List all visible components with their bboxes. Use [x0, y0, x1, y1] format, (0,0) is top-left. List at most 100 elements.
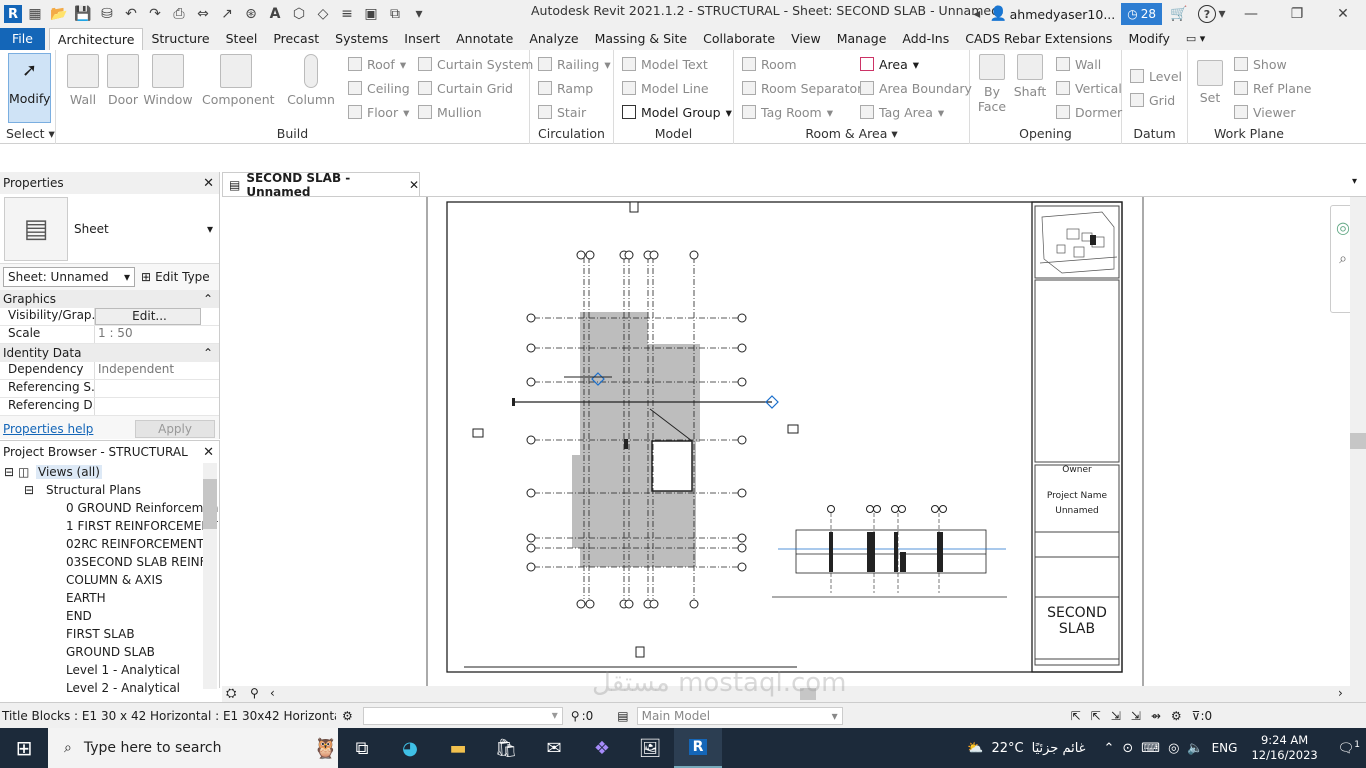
tab-systems[interactable]: Systems: [327, 28, 396, 50]
browser-scrollbar[interactable]: [203, 463, 217, 689]
list-item[interactable]: GROUND SLAB: [4, 643, 219, 661]
list-item[interactable]: FIRST SLAB: [4, 625, 219, 643]
tag-room-button[interactable]: Tag Room ▾: [742, 102, 833, 122]
thin-lines-icon[interactable]: ≡: [336, 4, 358, 24]
tree-node-structural-plans[interactable]: ⊟ Structural Plans: [4, 481, 219, 499]
tab-annotate[interactable]: Annotate: [448, 28, 521, 50]
set-button[interactable]: Set: [1190, 54, 1230, 105]
weather-text[interactable]: غائم جزئيًا: [1032, 741, 1086, 756]
workset-icon[interactable]: ⛭: [226, 686, 236, 701]
open-icon[interactable]: 📂: [48, 4, 70, 24]
list-item[interactable]: Level 2 - Analytical: [4, 679, 219, 697]
close-icon[interactable]: ✕: [203, 445, 214, 460]
pin-icon[interactable]: ⚲: [250, 686, 259, 700]
select-underlay-icon[interactable]: ⇱: [1091, 709, 1101, 723]
tag-icon[interactable]: ⊛: [240, 4, 262, 24]
column-button[interactable]: Column: [286, 54, 336, 107]
close-icon[interactable]: ✕: [1320, 4, 1366, 24]
scroll-left-icon[interactable]: ‹: [270, 686, 275, 700]
home-icon[interactable]: ▦: [24, 4, 46, 24]
close-hidden-icon[interactable]: ▣: [360, 4, 382, 24]
list-item[interactable]: END: [4, 607, 219, 625]
tab-collaborate[interactable]: Collaborate: [695, 28, 783, 50]
cart-icon[interactable]: 🛒: [1168, 4, 1190, 24]
room-button[interactable]: Room: [742, 54, 797, 74]
list-item[interactable]: EARTH: [4, 589, 219, 607]
scroll-right-icon[interactable]: ›: [1338, 686, 1343, 700]
weather-temp[interactable]: 22°C: [991, 741, 1023, 756]
group-identity-data[interactable]: Identity Data ⌃: [0, 344, 219, 362]
switch-windows-icon[interactable]: ⧉: [384, 4, 406, 24]
modify-button[interactable]: ➚ Modify: [8, 53, 51, 123]
revit-logo[interactable]: R: [4, 5, 22, 23]
tray-up-icon[interactable]: ⌃: [1103, 741, 1114, 756]
select-by-face-icon[interactable]: ⇲: [1131, 709, 1141, 723]
notifications-badge[interactable]: ◷ 28: [1121, 3, 1162, 25]
save-icon[interactable]: 💾: [72, 4, 94, 24]
model-text-button[interactable]: Model Text: [622, 54, 708, 74]
shaft-button[interactable]: Shaft: [1008, 54, 1052, 99]
tab-architecture[interactable]: Architecture: [48, 28, 144, 50]
edge-icon[interactable]: ◕: [386, 728, 434, 768]
panel-select-label[interactable]: Select ▾: [0, 126, 55, 141]
ribbon-minimize-toggle[interactable]: ▭ ▾: [1178, 28, 1213, 50]
tab-manage[interactable]: Manage: [829, 28, 895, 50]
infocenter-arrow-icon[interactable]: ◂: [966, 4, 988, 24]
viewer-button[interactable]: Viewer: [1234, 102, 1296, 122]
edit-visibility-button[interactable]: Edit...: [95, 308, 201, 325]
help-icon[interactable]: ?: [1198, 5, 1216, 23]
tab-cads-rebar[interactable]: CADS Rebar Extensions: [957, 28, 1120, 50]
wall-opening-button[interactable]: Wall: [1056, 54, 1101, 74]
tab-steel[interactable]: Steel: [218, 28, 266, 50]
model-group-button[interactable]: Model Group ▾: [622, 102, 732, 122]
ramp-button[interactable]: Ramp: [538, 78, 593, 98]
measure-icon[interactable]: ⇔: [192, 4, 214, 24]
dormer-button[interactable]: Dormer: [1056, 102, 1122, 122]
roof-button[interactable]: Roof ▾: [348, 54, 406, 74]
restore-icon[interactable]: ❐: [1274, 4, 1320, 24]
tab-view[interactable]: View: [783, 28, 829, 50]
door-button[interactable]: Door: [98, 54, 148, 107]
filter-icon[interactable]: ⚲: [571, 709, 580, 723]
instance-selector[interactable]: Sheet: Unnamed ▾: [3, 267, 135, 287]
tree-node-views[interactable]: ⊟ ◫ Views (all): [4, 463, 219, 481]
help-dropdown-icon[interactable]: ▾: [1216, 4, 1228, 24]
drawing-canvas[interactable]: Owner Project Name Unnamed SECOND SLAB ◎…: [222, 196, 1366, 687]
tab-file[interactable]: File: [0, 28, 45, 50]
sync-icon[interactable]: ⛁: [96, 4, 118, 24]
weather-icon[interactable]: ⛅: [967, 741, 983, 756]
customize-qat-icon[interactable]: ▾: [408, 4, 430, 24]
vertical-scrollbar[interactable]: [1350, 197, 1366, 687]
railing-button[interactable]: Railing ▾: [538, 54, 611, 74]
language-indicator[interactable]: ENG: [1212, 741, 1238, 755]
user-name[interactable]: ahmedyaser10...: [1010, 7, 1116, 22]
section-icon[interactable]: ◇: [312, 4, 334, 24]
show-button[interactable]: Show: [1234, 54, 1287, 74]
file-explorer-icon[interactable]: ▬: [434, 728, 482, 768]
model-line-button[interactable]: Model Line: [622, 78, 709, 98]
ceiling-button[interactable]: Ceiling: [348, 78, 410, 98]
area-button[interactable]: Area ▾: [860, 54, 919, 74]
taskbar-search[interactable]: ⌕ Type here to search 🦉: [48, 728, 338, 768]
tab-precast[interactable]: Precast: [265, 28, 327, 50]
mullion-button[interactable]: Mullion: [418, 102, 482, 122]
undo-icon[interactable]: ↶: [120, 4, 142, 24]
task-view-icon[interactable]: ⧉: [338, 728, 386, 768]
status-filter-icon[interactable]: ⊽: [1192, 709, 1201, 723]
scroll-thumb[interactable]: [800, 688, 816, 700]
photos-icon[interactable]: 🖼: [626, 728, 674, 768]
list-item[interactable]: 1 FIRST REINFORCEMENT: [4, 517, 219, 535]
edit-type-button[interactable]: ⊞ Edit Type: [141, 270, 210, 284]
properties-help-link[interactable]: Properties help: [3, 422, 93, 436]
model-selector[interactable]: Main Model ▾: [636, 706, 843, 725]
tab-add-ins[interactable]: Add-Ins: [894, 28, 957, 50]
minimize-icon[interactable]: —: [1228, 4, 1274, 24]
print-icon[interactable]: ⎙: [168, 4, 190, 24]
dimension-icon[interactable]: ↗: [216, 4, 238, 24]
windows-start-icon[interactable]: ⊞: [0, 728, 48, 768]
text-icon[interactable]: A: [264, 4, 286, 24]
vertical-opening-button[interactable]: Vertical: [1056, 78, 1122, 98]
apply-button[interactable]: Apply: [135, 420, 215, 438]
tab-dropdown-icon[interactable]: ▾: [1352, 176, 1357, 187]
tab-analyze[interactable]: Analyze: [521, 28, 586, 50]
